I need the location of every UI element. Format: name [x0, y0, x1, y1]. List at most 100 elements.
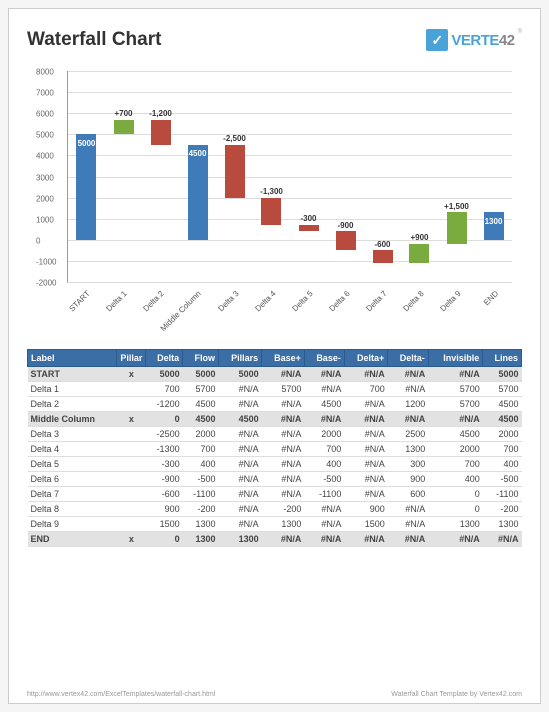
x-tick: Delta 7 [364, 289, 388, 313]
y-tick: 0 [36, 236, 40, 245]
cell: Delta 5 [28, 457, 117, 472]
y-tick: 7000 [36, 89, 54, 98]
cell: -1300 [146, 442, 183, 457]
cell: 2000 [483, 427, 522, 442]
y-tick: 1000 [36, 215, 54, 224]
cell: 5700 [483, 382, 522, 397]
table-row: STARTx500050005000#N/A#N/A#N/A#N/A#N/A50… [28, 367, 522, 382]
cell: #N/A [344, 487, 387, 502]
table-row: ENDx013001300#N/A#N/A#N/A#N/A#N/A#N/A [28, 532, 522, 547]
cell [117, 517, 146, 532]
cell: #N/A [219, 457, 262, 472]
table-row: Delta 4-1300700#N/A#N/A700#N/A1300200070… [28, 442, 522, 457]
cell: #N/A [344, 412, 387, 427]
cell: #N/A [388, 412, 429, 427]
cell: Delta 8 [28, 502, 117, 517]
header: Waterfall Chart ✓ VERTE42 ® [27, 29, 522, 51]
cell [117, 502, 146, 517]
x-tick: Delta 2 [142, 289, 166, 313]
cell [117, 427, 146, 442]
col-header: Lines [483, 350, 522, 367]
col-header: Label [28, 350, 117, 367]
cell: -500 [483, 472, 522, 487]
cell: 5000 [183, 367, 219, 382]
cell: 1300 [388, 442, 429, 457]
table-row: Delta 6-900-500#N/A#N/A-500#N/A900400-50… [28, 472, 522, 487]
cell: -500 [183, 472, 219, 487]
cell: #N/A [388, 382, 429, 397]
cell: #N/A [219, 442, 262, 457]
bar-label: -600 [374, 240, 390, 249]
cell: 400 [428, 472, 482, 487]
bar-label: -1,200 [149, 109, 172, 118]
y-tick: 5000 [36, 131, 54, 140]
cell: #N/A [262, 397, 305, 412]
page: Waterfall Chart ✓ VERTE42 ® -2000-100001… [8, 8, 541, 704]
cell: 400 [304, 457, 344, 472]
bar-label: 1300 [485, 217, 503, 226]
cell: #N/A [262, 427, 305, 442]
bar-label: +1,500 [444, 202, 469, 211]
col-header: Invisible [428, 350, 482, 367]
y-tick: 6000 [36, 110, 54, 119]
table-row: Delta 915001300#N/A1300#N/A1500#N/A13001… [28, 517, 522, 532]
cell: #N/A [304, 382, 344, 397]
bar-label: +700 [114, 109, 132, 118]
cell: 1200 [388, 397, 429, 412]
cell: #N/A [262, 367, 305, 382]
cell: Delta 4 [28, 442, 117, 457]
cell: #N/A [262, 487, 305, 502]
cell: #N/A [483, 532, 522, 547]
bar-delta-1 [114, 120, 134, 135]
y-tick: -1000 [36, 257, 56, 266]
brand-logo: ✓ VERTE42 ® [426, 29, 522, 51]
cell: #N/A [388, 517, 429, 532]
cell: Delta 2 [28, 397, 117, 412]
cell: 900 [388, 472, 429, 487]
cell: 5000 [483, 367, 522, 382]
cell: Delta 3 [28, 427, 117, 442]
footer-credit: Waterfall Chart Template by Vertex42.com [391, 691, 522, 698]
cell: START [28, 367, 117, 382]
col-header: Delta+ [344, 350, 387, 367]
cell: 1300 [483, 517, 522, 532]
cell: END [28, 532, 117, 547]
table-row: Delta 8900-200#N/A-200#N/A900#N/A0-200 [28, 502, 522, 517]
x-tick: END [482, 289, 500, 307]
cell [117, 472, 146, 487]
cell: 2000 [304, 427, 344, 442]
cell: 900 [146, 502, 183, 517]
cell: 5000 [146, 367, 183, 382]
cell: 600 [388, 487, 429, 502]
cell: #N/A [428, 532, 482, 547]
table-row: Delta 17005700#N/A5700#N/A700#N/A5700570… [28, 382, 522, 397]
cell: #N/A [428, 412, 482, 427]
bar-label: -300 [300, 214, 316, 223]
cell: #N/A [388, 367, 429, 382]
x-tick: START [68, 289, 92, 313]
y-tick: -2000 [36, 279, 56, 288]
cell: 0 [146, 532, 183, 547]
cell: -500 [304, 472, 344, 487]
bar-delta-6 [336, 231, 356, 250]
cell: Middle Column [28, 412, 117, 427]
table-row: Delta 2-12004500#N/A#N/A4500#N/A12005700… [28, 397, 522, 412]
cell: 4500 [483, 397, 522, 412]
cell: x [117, 412, 146, 427]
cell: 5700 [428, 397, 482, 412]
cell: -1100 [483, 487, 522, 502]
cell: 0 [428, 502, 482, 517]
bar-label: -2,500 [223, 134, 246, 143]
table-row: Delta 3-25002000#N/A#N/A2000#N/A25004500… [28, 427, 522, 442]
cell: #N/A [344, 397, 387, 412]
cell: #N/A [219, 472, 262, 487]
cell: 1300 [183, 517, 219, 532]
x-tick: Delta 5 [290, 289, 314, 313]
cell: #N/A [304, 532, 344, 547]
cell: Delta 7 [28, 487, 117, 502]
cell: 300 [388, 457, 429, 472]
cell: #N/A [262, 532, 305, 547]
cell: 700 [428, 457, 482, 472]
footer: http://www.vertex42.com/ExcelTemplates/w… [27, 691, 522, 698]
cell: 1300 [219, 532, 262, 547]
